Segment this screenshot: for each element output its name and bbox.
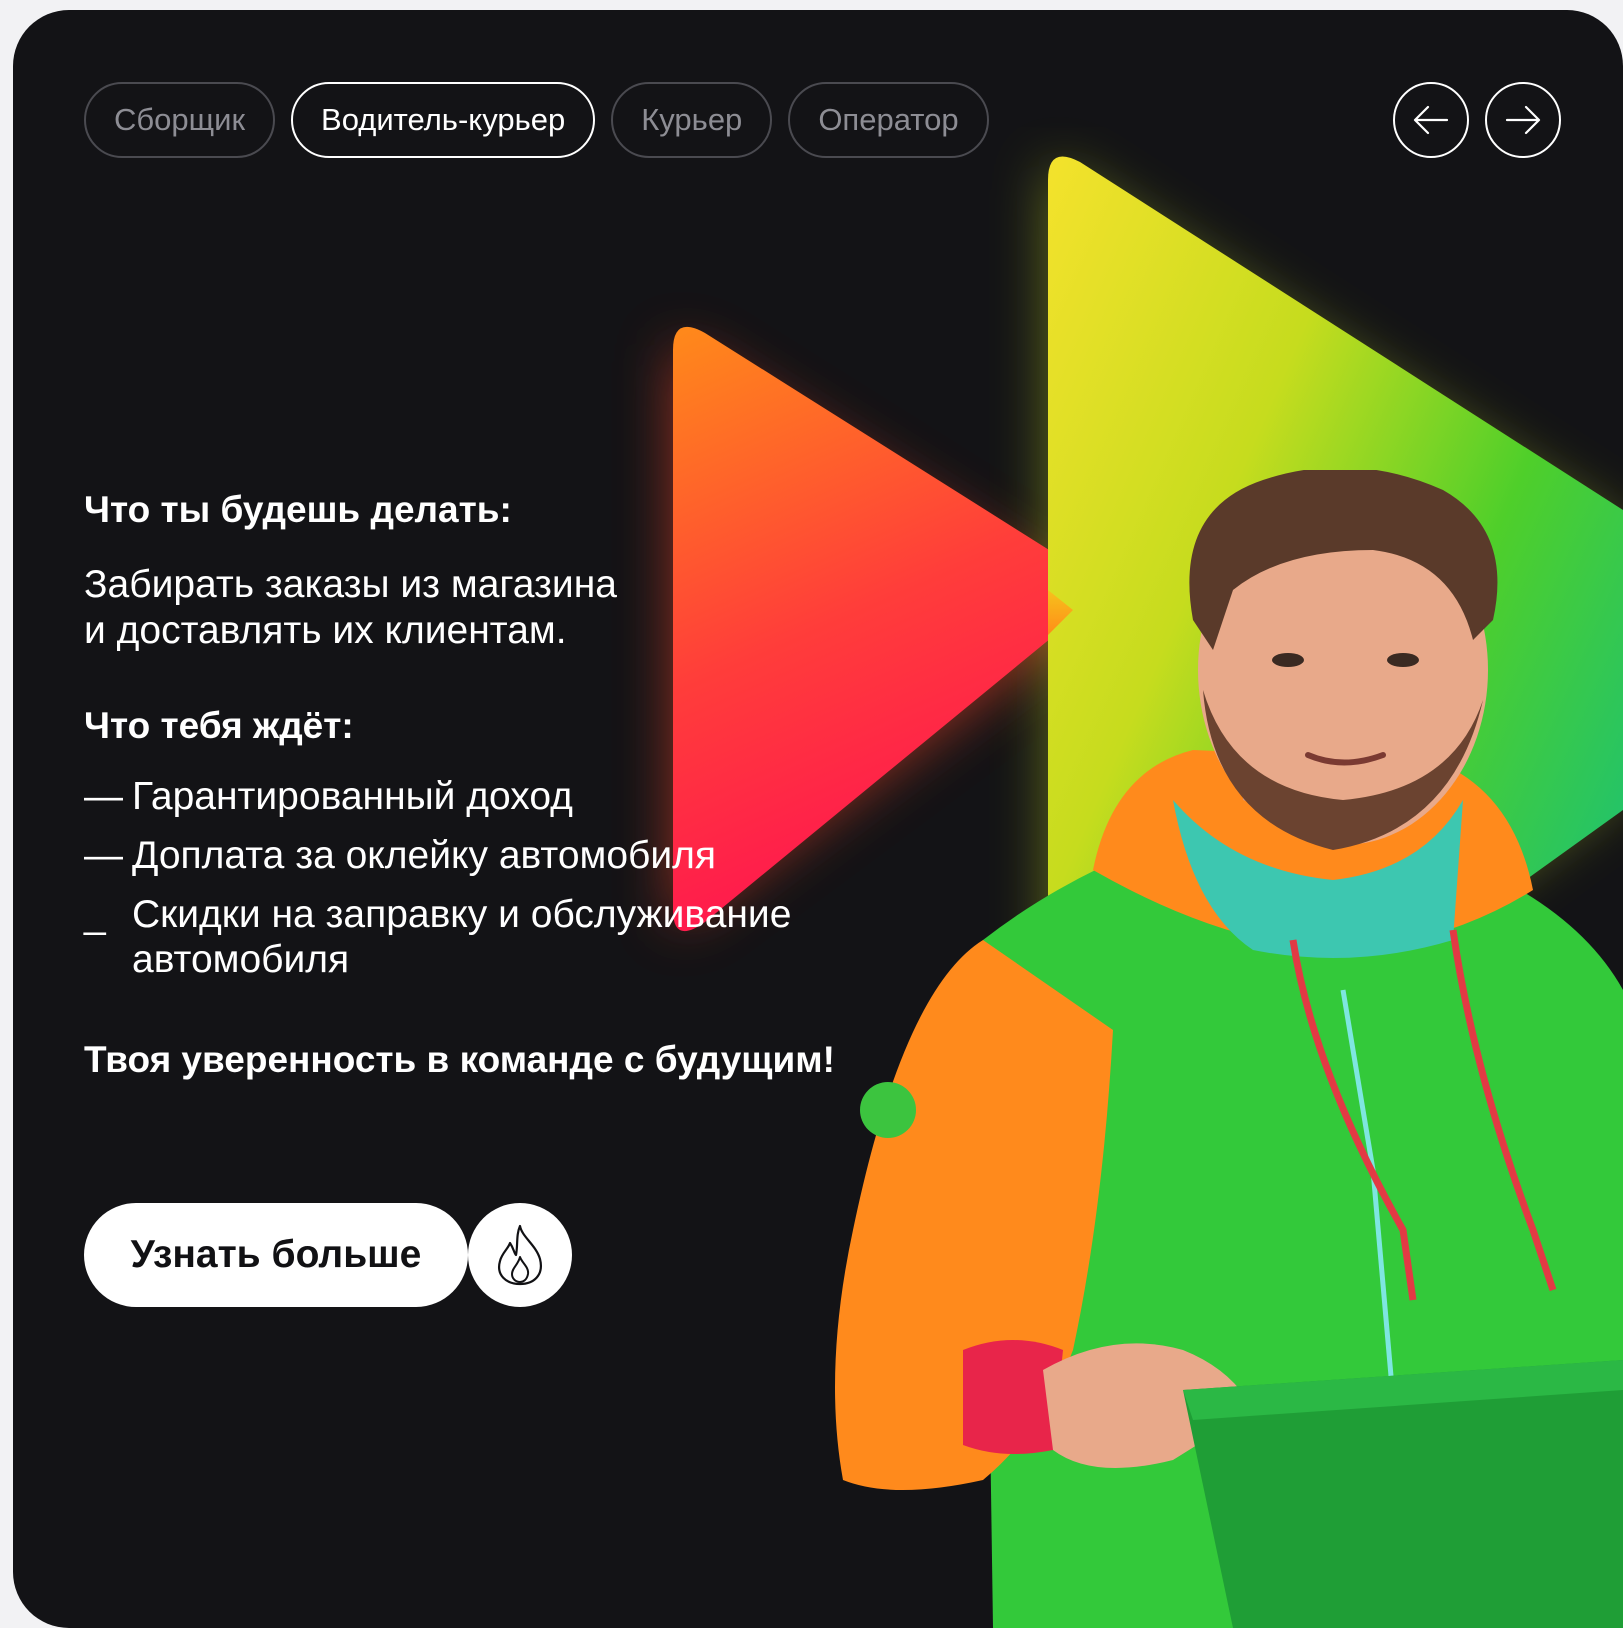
- tasks-line-2: и доставлять их клиентам.: [84, 609, 567, 652]
- tasks-heading: Что ты будешь делать:: [84, 489, 512, 530]
- slider-nav: [1393, 82, 1561, 158]
- list-item: _ Скидки на заправку и обслуживание авто…: [84, 892, 964, 982]
- list-item: — Доплата за оклейку автомобиля: [84, 833, 964, 878]
- promo-card: Сборщик Водитель-курьер Курьер Оператор: [13, 10, 1623, 1628]
- prev-button[interactable]: [1393, 82, 1469, 158]
- list-dash: —: [84, 834, 123, 877]
- list-dash: _: [84, 893, 106, 936]
- eye-right: [1387, 653, 1419, 667]
- flame-icon: [498, 1224, 542, 1286]
- tasks-text: Забирать заказы из магазина и доставлять…: [84, 562, 964, 654]
- learn-more-button[interactable]: Узнать больше: [84, 1203, 468, 1307]
- cta-group: Узнать больше: [84, 1203, 572, 1307]
- benefits-heading: Что тебя ждёт:: [84, 705, 354, 746]
- tab-courier[interactable]: Курьер: [611, 82, 773, 158]
- list-dash: —: [84, 775, 123, 818]
- tab-driver-courier[interactable]: Водитель-курьер: [291, 82, 596, 158]
- benefit-text: Гарантированный доход: [132, 775, 573, 818]
- next-button[interactable]: [1485, 82, 1561, 158]
- vacancy-description: Что ты будешь делать: Забирать заказы из…: [84, 488, 964, 1119]
- flame-button[interactable]: [468, 1203, 572, 1307]
- benefits-list: — Гарантированный доход — Доплата за окл…: [84, 774, 964, 982]
- eye-left: [1272, 653, 1304, 667]
- benefit-text: Скидки на заправку и обслуживание автомо…: [132, 893, 792, 981]
- tab-assembler[interactable]: Сборщик: [84, 82, 276, 158]
- tasks-line-1: Забирать заказы из магазина: [84, 563, 617, 606]
- tagline: Твоя уверенность в команде с будущим!: [84, 1039, 835, 1080]
- category-tabs: Сборщик Водитель-курьер Курьер Оператор: [84, 82, 989, 158]
- benefit-text: Доплата за оклейку автомобиля: [132, 834, 717, 877]
- tab-operator[interactable]: Оператор: [788, 82, 989, 158]
- arrow-right-icon: [1505, 105, 1541, 135]
- list-item: — Гарантированный доход: [84, 774, 964, 819]
- arrow-left-icon: [1413, 105, 1449, 135]
